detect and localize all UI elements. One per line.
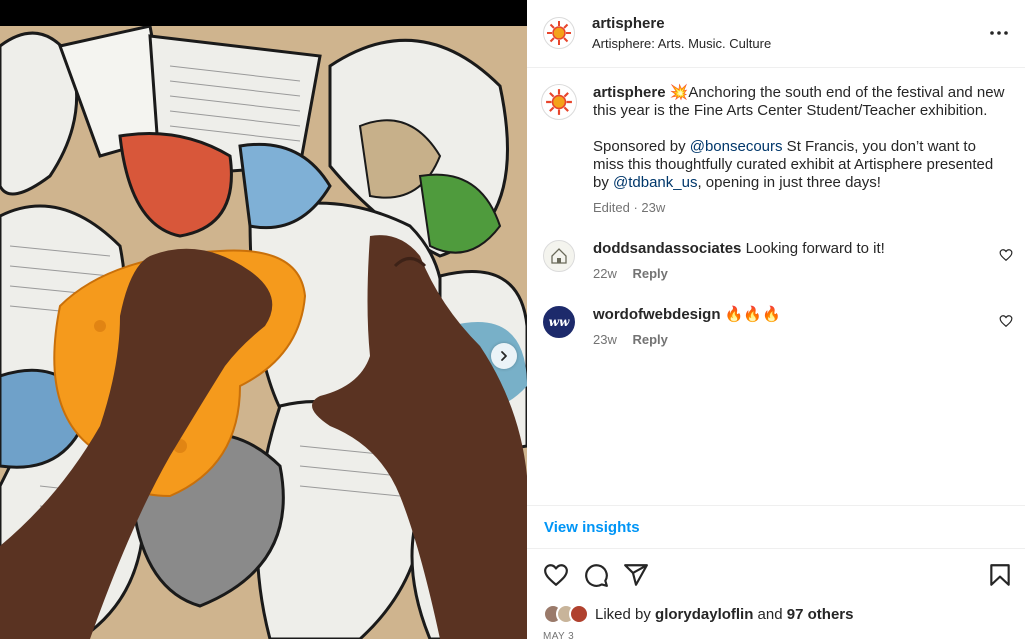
post-header: artisphere Artisphere: Arts. Music. Cult… <box>527 0 1025 68</box>
liker-avatar[interactable] <box>569 604 589 624</box>
chevron-right-icon <box>501 351 507 361</box>
reply-button[interactable]: Reply <box>632 332 667 347</box>
bookmark-icon[interactable] <box>987 562 1013 588</box>
caption-username[interactable]: artisphere <box>593 84 666 101</box>
comment-icon[interactable] <box>583 562 609 588</box>
next-slide-button[interactable] <box>491 343 517 369</box>
comment-time: 22w <box>593 266 617 281</box>
view-insights-link[interactable]: View insights <box>544 519 640 536</box>
author-username[interactable]: artisphere <box>592 15 665 32</box>
comment-text: Looking forward to it! <box>745 240 885 257</box>
post-date: MAY 3 <box>543 631 575 639</box>
mention-link[interactable]: @tdbank_us <box>613 174 697 191</box>
comment-item: ww wordofwebdesign 🔥🔥🔥 23w Reply <box>527 306 1025 366</box>
comment-body: wordofwebdesign 🔥🔥🔥 <box>593 306 983 324</box>
comment-text: 🔥🔥🔥 <box>724 306 781 323</box>
post-panel: artisphere Artisphere: Arts. Music. Cult… <box>527 0 1025 639</box>
sun-logo-icon <box>547 21 571 45</box>
caption-timestamp: Edited · 23w <box>593 200 666 215</box>
likes-summary[interactable]: Liked by glorydayloflin and 97 others <box>595 606 853 623</box>
comment-meta: 23w Reply <box>593 332 668 347</box>
post-media <box>0 0 527 639</box>
action-bar <box>527 558 1025 592</box>
more-options-button[interactable] <box>988 22 1010 44</box>
sun-logo-icon <box>546 89 572 115</box>
caption-text: Sponsored by <box>593 138 690 155</box>
post-image <box>0 26 527 639</box>
heart-icon[interactable] <box>543 562 569 588</box>
heart-icon[interactable] <box>999 248 1013 262</box>
caption-text: , opening in just three days! <box>697 174 881 191</box>
author-avatar[interactable] <box>543 17 575 49</box>
more-horizontal-icon <box>990 31 1008 35</box>
liker-username[interactable]: glorydayloflin <box>655 606 753 623</box>
comment-username[interactable]: wordofwebdesign <box>593 306 721 323</box>
collage-artwork <box>0 26 527 639</box>
reply-button[interactable]: Reply <box>632 266 667 281</box>
comment-meta: 22w Reply <box>593 266 668 281</box>
send-icon[interactable] <box>623 562 649 588</box>
heart-icon[interactable] <box>999 314 1013 328</box>
caption-emoji: 💥 <box>669 84 689 101</box>
comment-item: doddsandassociates Looking forward to it… <box>527 240 1025 300</box>
commenter-avatar[interactable] <box>543 240 575 272</box>
likes-row: Liked by glorydayloflin and 97 others <box>543 603 853 625</box>
likes-middle: and <box>753 605 787 623</box>
likes-prefix: Liked by <box>595 605 656 623</box>
post-caption: artisphere 💥Anchoring the south end of t… <box>593 84 1005 192</box>
commenter-avatar[interactable]: ww <box>543 306 575 338</box>
comment-body: doddsandassociates Looking forward to it… <box>593 240 983 258</box>
commenter-avatar-initials: ww <box>548 315 570 329</box>
audio-subtitle[interactable]: Artisphere: Arts. Music. Culture <box>592 36 771 51</box>
insights-bar: View insights <box>527 505 1025 549</box>
comment-username[interactable]: doddsandassociates <box>593 240 741 257</box>
house-logo-icon <box>551 248 567 264</box>
caption-avatar[interactable] <box>541 84 577 120</box>
likes-others-count[interactable]: 97 others <box>787 606 854 623</box>
mention-link[interactable]: @bonsecours <box>690 138 783 155</box>
comment-time: 23w <box>593 332 617 347</box>
